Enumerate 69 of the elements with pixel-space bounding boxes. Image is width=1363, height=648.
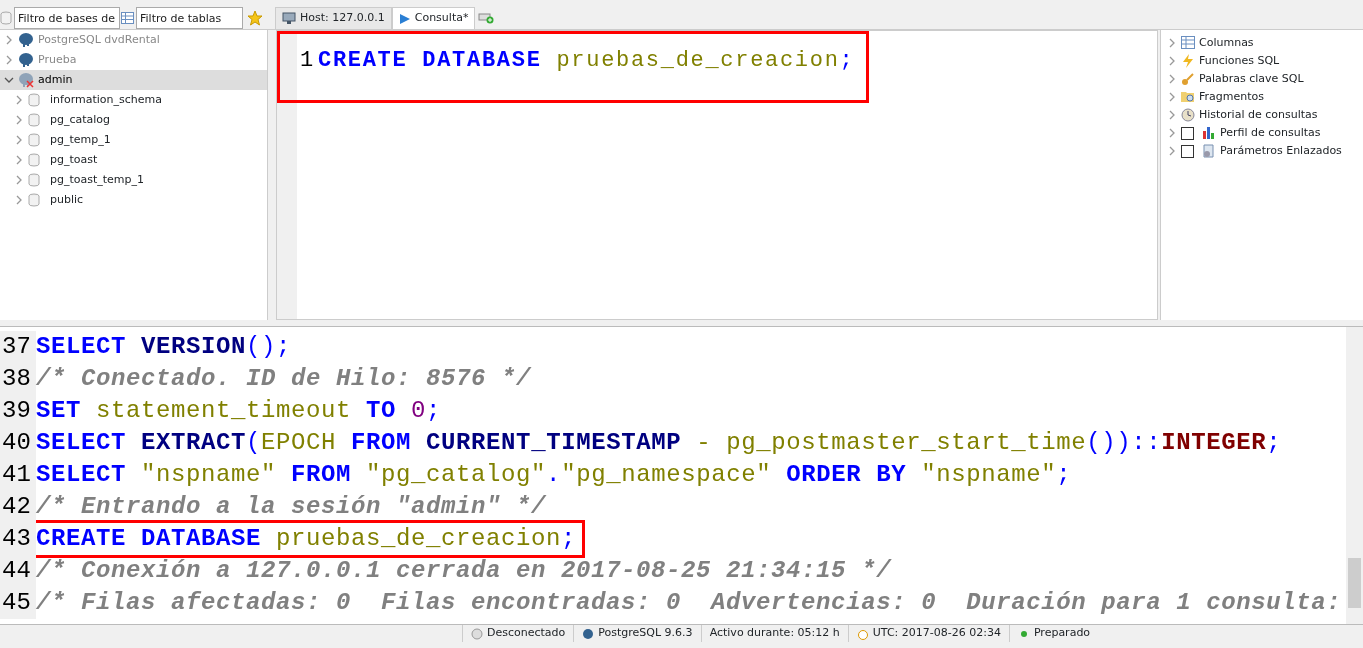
line-number: 39	[0, 395, 36, 427]
table-icon	[121, 12, 134, 24]
tree-item[interactable]: admin	[0, 70, 267, 90]
tree-item[interactable]: pg_toast	[0, 150, 267, 170]
code-line: SELECT EXTRACT(EPOCH FROM CURRENT_TIMESTAMP - pg_postmaster_start_time())::INTEGER;	[36, 428, 1282, 458]
database-icon	[0, 11, 12, 25]
code-line: SET statement_timeout TO 0;	[36, 396, 442, 426]
checkbox[interactable]	[1181, 144, 1194, 158]
code-line: /* Entrando a la sesión "admin" */	[36, 492, 547, 522]
line-number: 43	[0, 523, 36, 555]
line-number: 1	[300, 47, 315, 75]
tab[interactable]: Host: 127.0.0.1	[275, 7, 392, 29]
tree-item[interactable]: public	[0, 190, 267, 210]
line-number: 42	[0, 491, 36, 523]
database-filter-field[interactable]: Filtro de bases de	[14, 7, 120, 29]
tree-item[interactable]: Prueba	[0, 50, 267, 70]
helper-item[interactable]: Historial de consultas	[1161, 106, 1363, 124]
star-icon	[247, 10, 263, 26]
query-editor[interactable]: 1 CREATE DATABASE pruebas_de_creacion;	[276, 30, 1158, 320]
code-line: CREATE DATABASE pruebas_de_creacion;	[36, 524, 577, 554]
table-filter-field[interactable]: Filtro de tablas	[136, 7, 243, 29]
database-icon	[28, 93, 40, 107]
code-line: CREATE DATABASE pruebas_de_creacion;	[318, 47, 855, 75]
scrollbar[interactable]	[1346, 327, 1363, 624]
helper-item[interactable]: Columnas	[1161, 34, 1363, 52]
helper-item[interactable]: Parámetros Enlazados	[1161, 142, 1363, 160]
database-icon	[28, 193, 40, 207]
helper-item[interactable]: Fragmentos	[1161, 88, 1363, 106]
line-number: 44	[0, 555, 36, 587]
code-line: /* Conexión a 127.0.0.1 cerrada en 2017-08-25 21:34:15 */	[36, 556, 892, 586]
disconnected-icon	[471, 627, 483, 640]
status-text: Activo durante: 05:12 h	[709, 625, 840, 642]
line-number: 45	[0, 587, 36, 619]
document-icon	[1202, 144, 1216, 158]
play-icon	[398, 12, 411, 25]
helper-item[interactable]: Perfil de consultas	[1161, 124, 1363, 142]
folder-icon	[1181, 90, 1195, 104]
database-icon	[28, 153, 40, 167]
tree-item[interactable]: information_schema	[0, 90, 267, 110]
code-line: /* Filas afectadas: 0 Filas encontradas: 0 Advertencias: 0 Duración para 1 consulta:	[36, 588, 1342, 618]
tree-item[interactable]: pg_catalog	[0, 110, 267, 130]
status-text: Preparado	[1033, 625, 1091, 642]
code-line: /* Conectado. ID de Hilo: 8576 */	[36, 364, 532, 394]
helper-item[interactable]: Funciones SQL	[1161, 52, 1363, 70]
status-text: Desconectado	[487, 625, 566, 642]
monitor-icon	[282, 12, 296, 25]
status-text: PostgreSQL 9.6.3	[598, 625, 693, 642]
lightning-icon	[1181, 54, 1195, 68]
tree-item[interactable]: pg_toast_temp_1	[0, 170, 267, 190]
new-tab-icon	[478, 11, 495, 24]
line-number: 40	[0, 427, 36, 459]
database-icon	[28, 173, 40, 187]
bar-chart-icon	[1202, 126, 1216, 140]
key-icon	[1181, 72, 1195, 86]
line-number: 41	[0, 459, 36, 491]
checkbox[interactable]	[1181, 126, 1194, 140]
tab[interactable]: Consulta*	[391, 7, 476, 29]
database-icon	[28, 133, 40, 147]
table-icon	[1181, 36, 1195, 50]
tree-item[interactable]: PostgreSQL dvdRental	[0, 30, 267, 50]
helper-item[interactable]: Palabras clave SQL	[1161, 70, 1363, 88]
line-number: 38	[0, 363, 36, 395]
code-line: SELECT VERSION();	[36, 332, 292, 362]
scrollbar-thumb[interactable]	[1348, 558, 1361, 608]
tree-item[interactable]: pg_temp_1	[0, 130, 267, 150]
code-line: SELECT "nspname" FROM "pg_catalog"."pg_namespace" ORDER BY "nspname";	[36, 460, 1072, 490]
line-number: 37	[0, 331, 36, 363]
database-icon	[28, 113, 40, 127]
status-text: UTC: 2017-08-26 02:34	[872, 625, 1001, 642]
